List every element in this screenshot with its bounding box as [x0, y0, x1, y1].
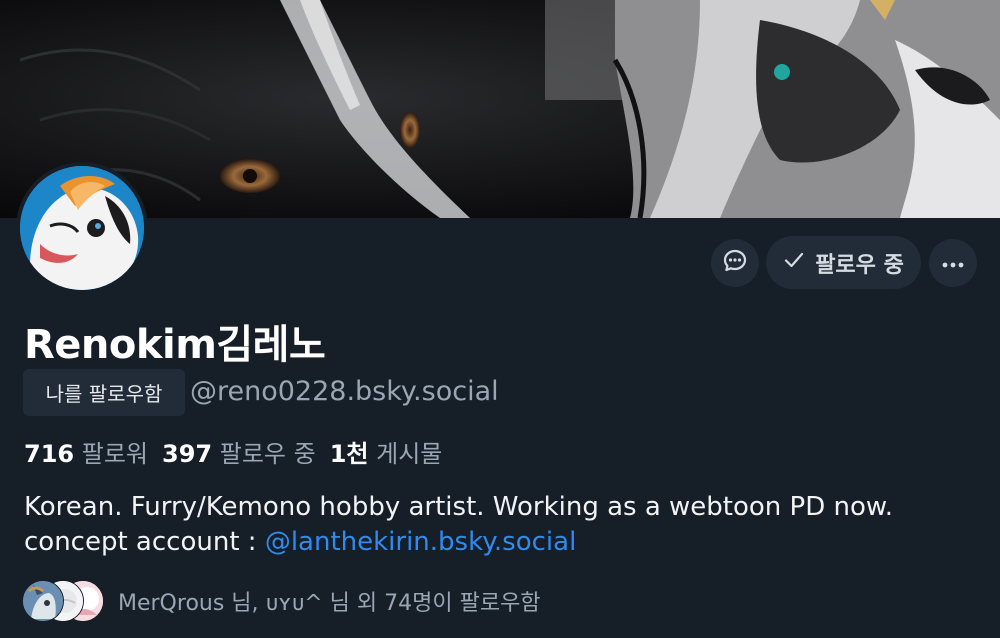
profile-banner[interactable] [0, 0, 1000, 218]
posts-count: 1천 [329, 440, 369, 468]
following-count: 397 [162, 440, 213, 468]
followers-stat[interactable]: 716 팔로워 [24, 434, 148, 469]
following-label: 팔로우 중 [219, 440, 316, 468]
follower-avatar-1 [22, 580, 64, 622]
posts-label: 게시물 [376, 440, 443, 468]
banner-image [0, 0, 1000, 218]
bio-line-2-text: concept account : [24, 527, 265, 557]
avatar[interactable] [16, 162, 148, 294]
following-stat[interactable]: 397 팔로우 중 [162, 434, 316, 469]
followers-label: 팔로워 [81, 440, 148, 468]
posts-stat: 1천 게시물 [330, 434, 443, 469]
follows-you-badge: 나를 팔로우함 [23, 369, 185, 416]
bio-line-1: Korean. Furry/Kemono hobby artist. Worki… [24, 492, 894, 522]
checkmark-icon [783, 249, 805, 277]
chat-bubble-icon [722, 248, 748, 278]
known-followers[interactable]: MerQrous 님, ᴜʏᴜ^ 님 외 74명이 팔로우함 [22, 580, 541, 622]
more-options-button[interactable] [929, 239, 977, 287]
followers-count: 716 [24, 440, 75, 468]
known-followers-text: MerQrous 님, ᴜʏᴜ^ 님 외 74명이 팔로우함 [118, 591, 541, 616]
message-button[interactable] [711, 239, 759, 287]
known-followers-avatars [22, 580, 104, 622]
display-name: Renokim김레노 [24, 322, 326, 368]
profile-bio: Korean. Furry/Kemono hobby artist. Worki… [24, 490, 984, 560]
following-button-label: 팔로우 중 [815, 252, 904, 278]
avatar-image [20, 166, 144, 290]
profile-handle: @reno0228.bsky.social [190, 376, 499, 407]
bio-line-2: concept account : @lanthekirin.bsky.soci… [24, 525, 984, 560]
profile-stats: 716 팔로워 397 팔로우 중 1천 게시물 [24, 434, 442, 469]
ellipsis-icon [941, 254, 965, 273]
following-button[interactable]: 팔로우 중 [766, 236, 921, 289]
bio-mention-link[interactable]: @lanthekirin.bsky.social [265, 527, 577, 557]
